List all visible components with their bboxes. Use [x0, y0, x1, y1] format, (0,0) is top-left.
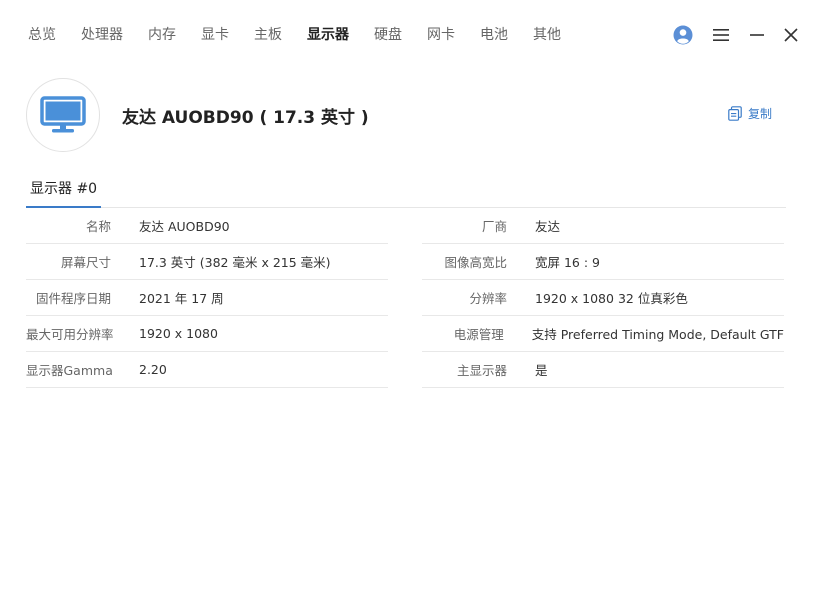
- user-avatar-icon: [673, 25, 693, 45]
- info-value: 17.3 英寸 (382 毫米 x 215 毫米): [139, 255, 331, 270]
- info-row-name: 名称 友达 AUOBD90: [26, 208, 388, 244]
- nav-item-monitor[interactable]: 显示器: [307, 24, 349, 46]
- device-icon-badge: [26, 78, 100, 152]
- info-table-right: 厂商 友达 图像高宽比 宽屏 16 : 9 分辨率 1920 x 1080 32…: [422, 208, 784, 388]
- info-label: 固件程序日期: [35, 291, 111, 306]
- info-row-screen-size: 屏幕尺寸 17.3 英寸 (382 毫米 x 215 毫米): [26, 244, 388, 280]
- info-label: 电源管理: [453, 327, 504, 342]
- info-label: 屏幕尺寸: [60, 255, 111, 270]
- info-label: 名称: [85, 219, 111, 234]
- info-row-resolution: 分辨率 1920 x 1080 32 位真彩色: [422, 280, 784, 316]
- info-value: 友达 AUOBD90: [139, 219, 230, 234]
- device-header: 友达 AUOBD90 ( 17.3 英寸 ) 复制: [0, 70, 816, 165]
- info-label: 厂商: [481, 219, 507, 234]
- info-row-vendor: 厂商 友达: [422, 208, 784, 244]
- info-row-gamma: 显示器Gamma 2.20: [26, 352, 388, 388]
- close-button[interactable]: [778, 22, 804, 48]
- nav-item-other[interactable]: 其他: [533, 24, 561, 46]
- main-nav: 总览 处理器 内存 显卡 主板 显示器 硬盘 网卡 电池 其他: [28, 24, 586, 46]
- info-value: 1920 x 1080 32 位真彩色: [535, 291, 688, 306]
- copy-label: 复制: [748, 107, 773, 121]
- info-value: 是: [535, 363, 548, 378]
- nav-item-motherboard[interactable]: 主板: [254, 24, 282, 46]
- info-row-primary-display: 主显示器 是: [422, 352, 784, 388]
- monitor-tabs: 显示器 #0: [26, 170, 786, 208]
- info-value: 支持 Preferred Timing Mode, Default GTF: [531, 327, 784, 342]
- top-bar: 总览 处理器 内存 显卡 主板 显示器 硬盘 网卡 电池 其他: [0, 0, 816, 70]
- nav-item-processor[interactable]: 处理器: [81, 24, 123, 46]
- info-row-firmware-date: 固件程序日期 2021 年 17 周: [26, 280, 388, 316]
- menu-button[interactable]: [708, 22, 734, 48]
- info-value: 2.20: [139, 362, 167, 377]
- info-label: 最大可用分辨率: [26, 327, 114, 342]
- copy-button[interactable]: 复制: [728, 105, 772, 122]
- close-icon: [784, 28, 798, 42]
- info-row-aspect-ratio: 图像高宽比 宽屏 16 : 9: [422, 244, 784, 280]
- tab-monitor-0[interactable]: 显示器 #0: [26, 170, 102, 208]
- monitor-icon: [40, 96, 86, 133]
- info-value: 宽屏 16 : 9: [535, 255, 600, 270]
- nav-item-network[interactable]: 网卡: [427, 24, 455, 46]
- nav-item-battery[interactable]: 电池: [480, 24, 508, 46]
- minimize-button[interactable]: [744, 22, 770, 48]
- info-value: 1920 x 1080: [139, 326, 218, 341]
- nav-item-memory[interactable]: 内存: [148, 24, 176, 46]
- nav-item-disk[interactable]: 硬盘: [374, 24, 402, 46]
- nav-item-overview[interactable]: 总览: [28, 24, 56, 46]
- info-label: 图像高宽比: [444, 255, 507, 270]
- user-button[interactable]: [670, 22, 696, 48]
- hamburger-menu-icon: [713, 29, 729, 41]
- info-row-power-management: 电源管理 支持 Preferred Timing Mode, Default G…: [422, 316, 784, 352]
- info-label: 显示器Gamma: [26, 363, 113, 378]
- nav-item-graphics[interactable]: 显卡: [201, 24, 229, 46]
- info-value: 友达: [535, 219, 561, 234]
- info-row-max-resolution: 最大可用分辨率 1920 x 1080: [26, 316, 388, 352]
- info-label: 分辨率: [469, 291, 507, 306]
- info-label: 主显示器: [456, 363, 507, 378]
- info-value: 2021 年 17 周: [139, 291, 224, 306]
- copy-icon: [728, 106, 742, 121]
- info-table-left: 名称 友达 AUOBD90 屏幕尺寸 17.3 英寸 (382 毫米 x 215…: [26, 208, 388, 388]
- device-title: 友达 AUOBD90 ( 17.3 英寸 ): [122, 108, 369, 128]
- minimize-icon: [750, 34, 764, 36]
